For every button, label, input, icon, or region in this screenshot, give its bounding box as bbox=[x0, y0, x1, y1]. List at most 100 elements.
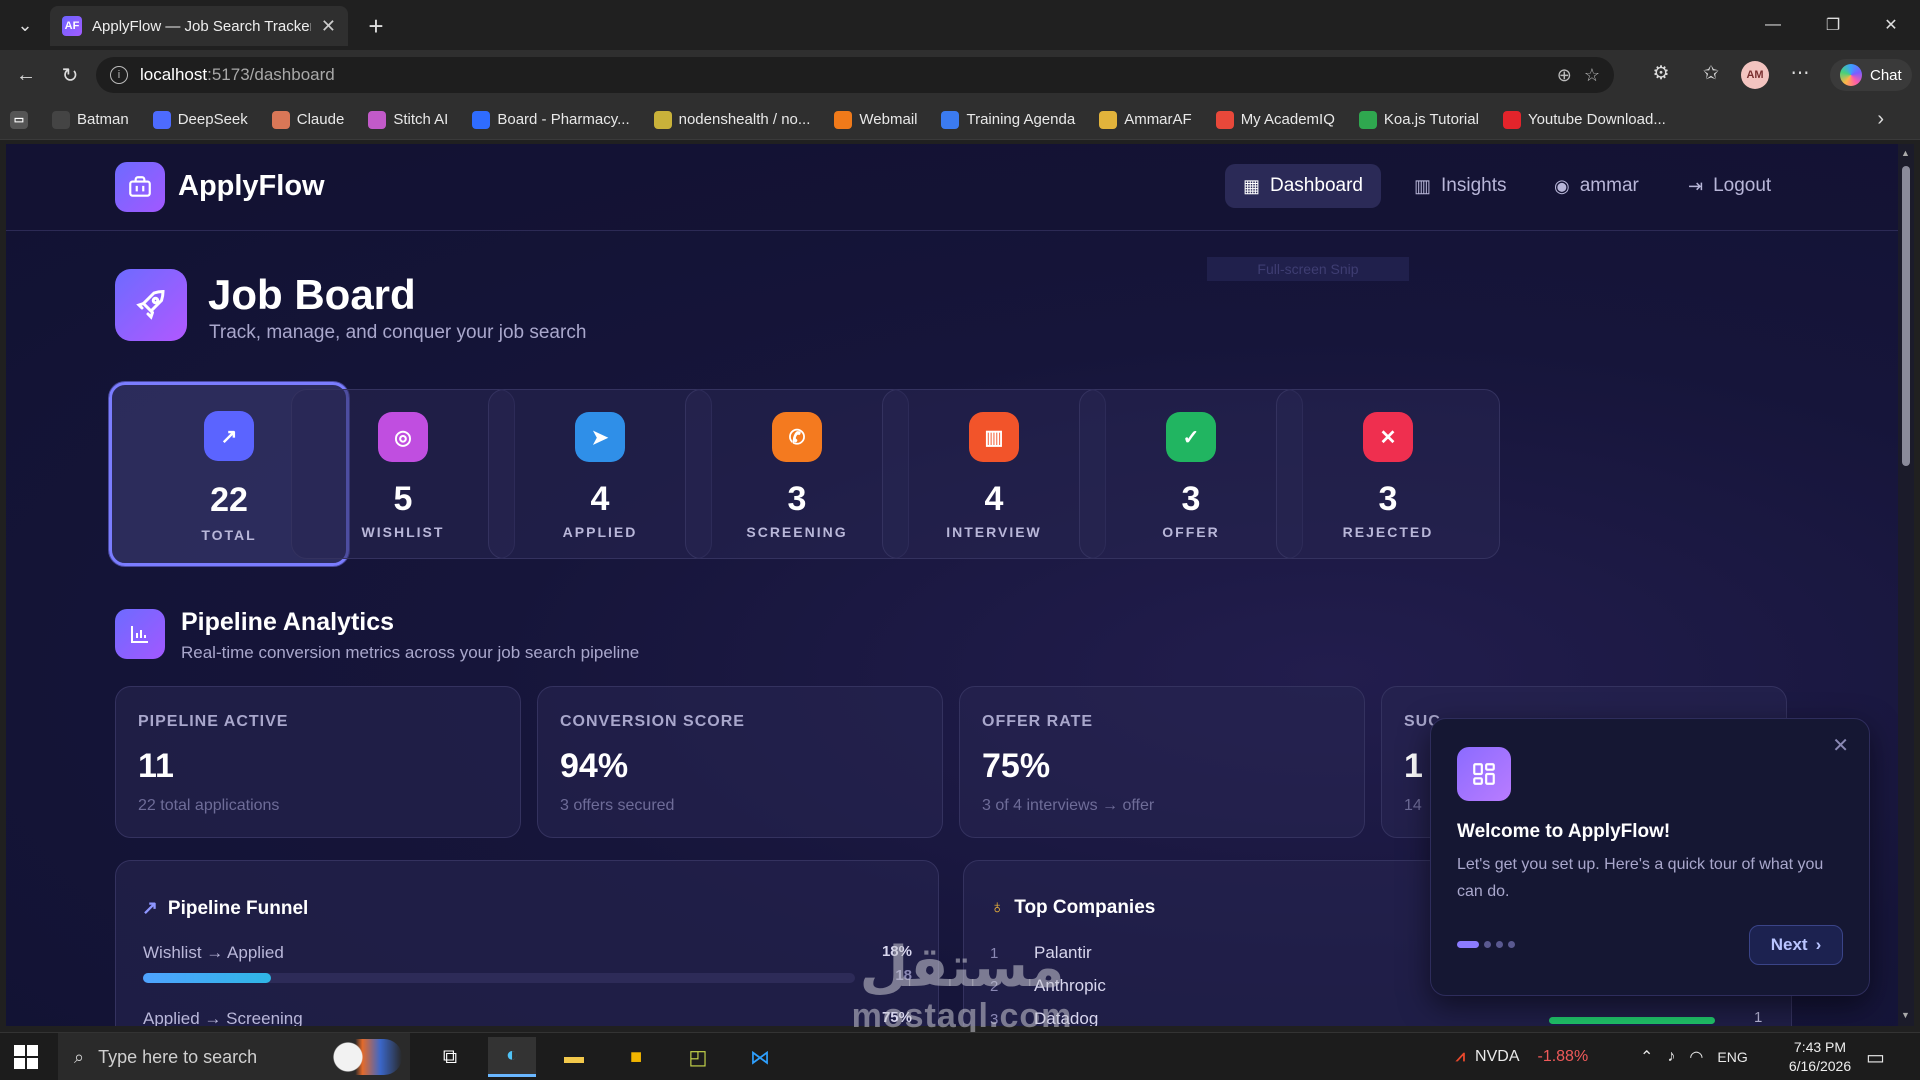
funnel-title: ↗ Pipeline Funnel bbox=[142, 897, 309, 920]
chevron-right-icon[interactable]: › bbox=[1877, 108, 1884, 131]
snip-hint: Full-screen Snip bbox=[1207, 257, 1409, 281]
favorite-star-icon[interactable]: ☆ bbox=[1584, 65, 1600, 86]
copilot-chat-button[interactable]: Chat bbox=[1830, 59, 1912, 91]
bookmark-item[interactable]: Batman bbox=[52, 110, 129, 129]
tour-step-dot[interactable] bbox=[1496, 941, 1503, 948]
tab-title: ApplyFlow — Job Search Tracker bbox=[92, 17, 311, 35]
bookmark-item[interactable]: My AcademIQ bbox=[1215, 110, 1335, 129]
app-header: ApplyFlow ▦ Dashboard ▥ Insights ◉ ammar… bbox=[6, 144, 1898, 231]
stat-label: REJECTED bbox=[1342, 524, 1434, 540]
url-text[interactable]: localhost:5173/dashboard bbox=[140, 65, 1545, 85]
zoom-icon[interactable]: ⊕ bbox=[1557, 65, 1572, 86]
bookmark-item[interactable]: DeepSeek bbox=[152, 110, 248, 129]
stat-card-rejected[interactable]: ✕ 3 REJECTED bbox=[1276, 389, 1500, 559]
bookmark-item[interactable]: Webmail bbox=[834, 110, 917, 129]
back-icon[interactable]: ← bbox=[10, 59, 42, 91]
bookmark-item[interactable]: Koa.js Tutorial bbox=[1358, 110, 1479, 129]
nav-logout[interactable]: ⇥ Logout bbox=[1670, 164, 1789, 208]
profile-avatar[interactable]: AM bbox=[1741, 61, 1769, 89]
figma-icon bbox=[1215, 110, 1234, 129]
stat-card-offer[interactable]: ✓ 3 OFFER bbox=[1079, 389, 1303, 559]
notifications-icon[interactable]: ▭ bbox=[1866, 1033, 1885, 1080]
close-icon[interactable]: ✕ bbox=[1832, 733, 1849, 758]
bookmark-label: Board - Pharmacy... bbox=[497, 111, 630, 128]
stat-value: 5 bbox=[393, 480, 413, 518]
terminal-app-icon[interactable]: ◰ bbox=[674, 1037, 722, 1077]
nav-dashboard[interactable]: ▦ Dashboard bbox=[1225, 164, 1381, 208]
minimize-icon[interactable]: — bbox=[1748, 8, 1798, 42]
volume-icon[interactable]: ♪ bbox=[1667, 1048, 1675, 1066]
clock-date: 6/16/2026 bbox=[1788, 1058, 1852, 1074]
bar-chart-icon: ▥ bbox=[969, 412, 1019, 462]
address-bar[interactable]: i localhost:5173/dashboard ⊕ ☆ bbox=[96, 57, 1614, 93]
scroll-up-icon[interactable]: ▲ bbox=[1901, 148, 1910, 158]
clock[interactable]: 7:43 PM 6/16/2026 bbox=[1775, 1038, 1865, 1076]
bookmarks-menu-icon[interactable]: ▭ bbox=[10, 110, 28, 129]
brand-name[interactable]: ApplyFlow bbox=[178, 170, 325, 203]
bookmark-item[interactable]: Claude bbox=[271, 110, 344, 129]
wifi-icon[interactable]: ◠ bbox=[1689, 1047, 1703, 1067]
tour-step-dot[interactable] bbox=[1484, 941, 1491, 948]
trending-up-icon: ↗ bbox=[204, 411, 254, 461]
camera-app-icon[interactable]: ■ bbox=[612, 1037, 660, 1077]
next-button[interactable]: Next › bbox=[1749, 925, 1843, 965]
stat-value: 4 bbox=[984, 480, 1004, 518]
metric-subtext: 3 offers secured bbox=[560, 797, 675, 814]
tab-list-button[interactable]: ⌄ bbox=[8, 8, 42, 42]
extensions-icon[interactable]: ⚙ bbox=[1648, 62, 1674, 85]
pipeline-funnel-panel: ↗ Pipeline Funnel Wishlist → Applied 18%… bbox=[115, 860, 939, 1026]
chevron-right-icon: › bbox=[1815, 935, 1822, 954]
page-scrollbar[interactable]: ▲ ▼ bbox=[1898, 144, 1914, 1026]
bookmark-item[interactable]: Board - Pharmacy... bbox=[472, 110, 630, 129]
search-highlight-image[interactable] bbox=[330, 1039, 402, 1075]
scroll-thumb[interactable] bbox=[1902, 166, 1910, 466]
watermark-logo: مستقل mostaql.com bbox=[851, 935, 1073, 1035]
language-indicator[interactable]: ENG bbox=[1717, 1049, 1747, 1065]
bookmark-item[interactable]: nodenshealth / no... bbox=[653, 110, 811, 129]
bookmark-item[interactable]: Training Agenda bbox=[941, 110, 1075, 129]
bookmark-item[interactable]: Stitch AI bbox=[368, 110, 448, 129]
metric-card: OFFER RATE 75% 3 of 4 interviews → offer bbox=[959, 686, 1365, 838]
file-explorer-icon[interactable]: ▬ bbox=[550, 1037, 598, 1077]
companies-title: ♁ Top Companies bbox=[990, 897, 1156, 918]
copilot-icon bbox=[1840, 64, 1862, 86]
restore-icon[interactable]: ❐ bbox=[1808, 8, 1858, 42]
dashboard-icon bbox=[1457, 747, 1511, 801]
task-view-icon[interactable]: ⧉ bbox=[426, 1037, 474, 1077]
stat-card-applied[interactable]: ➤ 4 APPLIED bbox=[488, 389, 712, 559]
taskbar-search-placeholder: Type here to search bbox=[98, 1046, 258, 1067]
browser-tab[interactable]: AF ApplyFlow — Job Search Tracker ✕ bbox=[50, 6, 348, 46]
stat-value: 3 bbox=[1181, 480, 1201, 518]
favorites-icon[interactable]: ✩ bbox=[1698, 62, 1724, 85]
briefcase-icon[interactable] bbox=[115, 162, 165, 212]
nav-insights[interactable]: ▥ Insights bbox=[1396, 164, 1525, 208]
tour-step-dot[interactable] bbox=[1508, 941, 1515, 948]
stat-card-wishlist[interactable]: ◎ 5 WISHLIST bbox=[291, 389, 515, 559]
stat-card-screening[interactable]: ✆ 3 SCREENING bbox=[685, 389, 909, 559]
chevron-up-icon[interactable]: ⌃ bbox=[1640, 1047, 1653, 1067]
chart-icon bbox=[1099, 110, 1118, 129]
bookmark-label: nodenshealth / no... bbox=[678, 111, 811, 128]
mail-icon bbox=[834, 110, 853, 129]
bookmark-label: DeepSeek bbox=[177, 111, 248, 128]
tour-body: Let's get you set up. Here's a quick tou… bbox=[1457, 856, 1824, 900]
close-window-icon[interactable]: ✕ bbox=[1866, 8, 1916, 42]
phone-icon: ✆ bbox=[772, 412, 822, 462]
stock-ticker[interactable]: ⩘ NVDA -1.88% bbox=[1456, 1033, 1588, 1080]
funnel-bar-fill bbox=[143, 973, 272, 983]
windows-start-icon[interactable] bbox=[14, 1045, 38, 1069]
site-info-icon[interactable]: i bbox=[110, 66, 128, 84]
nav-user[interactable]: ◉ ammar bbox=[1536, 164, 1657, 208]
edge-browser-icon[interactable]: ◐ bbox=[488, 1037, 536, 1077]
stat-card-interview[interactable]: ▥ 4 INTERVIEW bbox=[882, 389, 1106, 559]
more-icon[interactable]: ⋯ bbox=[1787, 62, 1813, 85]
new-tab-button[interactable]: + bbox=[360, 10, 392, 42]
tour-step-dot[interactable] bbox=[1457, 941, 1479, 948]
bookmark-item[interactable]: AmmarAF bbox=[1099, 110, 1192, 129]
close-tab-icon[interactable]: ✕ bbox=[321, 16, 336, 37]
vscode-icon[interactable]: ⋈ bbox=[736, 1037, 784, 1077]
reload-icon[interactable]: ↻ bbox=[54, 59, 86, 91]
user-icon: ◉ bbox=[1554, 175, 1570, 196]
scroll-down-icon[interactable]: ▼ bbox=[1901, 1010, 1910, 1020]
bookmark-item[interactable]: Youtube Download... bbox=[1502, 110, 1666, 129]
